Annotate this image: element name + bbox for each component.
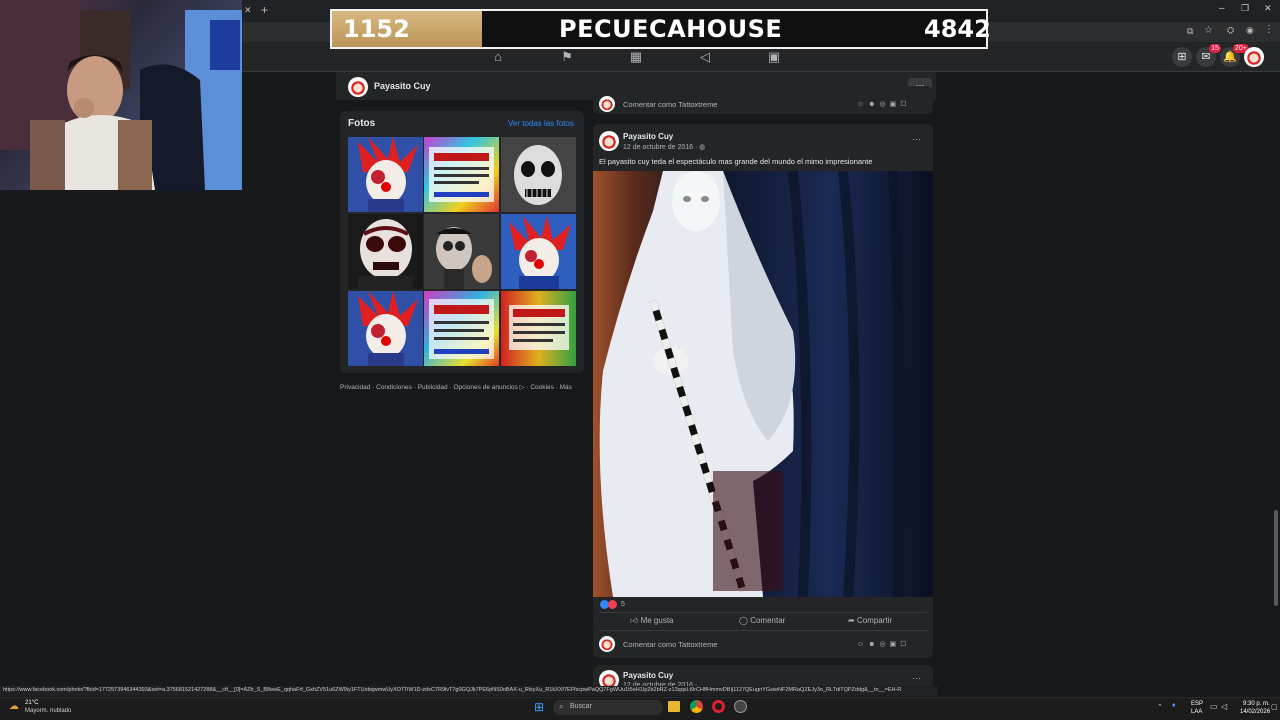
status-url: https://www.facebook.com/photo/?fbid=177… (3, 687, 902, 693)
webcam-scene (0, 0, 242, 190)
link-status-bar: https://www.facebook.com/photo/?fbid=177… (0, 686, 938, 696)
photo-thumb-9[interactable] (501, 291, 576, 366)
lang-1[interactable]: ESP (1191, 701, 1203, 707)
share-button[interactable]: ➦ Compartir (848, 616, 892, 625)
next-post-author[interactable]: Payasito Cuy (623, 671, 673, 680)
account-avatar[interactable] (1244, 47, 1264, 67)
search-icon: ⌕ (559, 702, 564, 711)
mic-icon[interactable]: ♦ (1172, 702, 1176, 709)
weather-icon[interactable]: ☁ (9, 701, 19, 712)
comment-label: Comentar (750, 616, 786, 625)
post-date-text: 12 de octubre de 2016 · (623, 144, 700, 151)
gaming-icon[interactable]: ▣ (766, 49, 782, 65)
app-icon[interactable] (734, 700, 747, 713)
minimize-icon[interactable]: – (1219, 3, 1225, 14)
scrollbar-thumb[interactable] (1274, 510, 1278, 606)
divider (599, 612, 927, 613)
clock-date[interactable]: 14/02/2026 (1240, 709, 1270, 715)
notification-center-icon[interactable]: ▢ (1271, 703, 1278, 711)
like-button[interactable]: 👍︎ Me gusta (630, 616, 674, 626)
photo-thumb-2[interactable] (424, 137, 499, 212)
footer-links[interactable]: Privacidad · Condiciones · Publicidad · … (340, 383, 572, 391)
lang-2[interactable]: LAA (1191, 709, 1202, 715)
streamer-webcam (0, 0, 242, 190)
photo-thumb-1[interactable] (348, 137, 423, 212)
megaphone-icon[interactable]: ◁ (697, 49, 713, 65)
like-label: Me gusta (640, 616, 674, 625)
post-photo[interactable] (593, 171, 933, 597)
score-right: 4842 (924, 15, 991, 43)
comment-bubble-icon: ◯ (739, 616, 751, 625)
photos-title: Fotos (348, 118, 376, 129)
commenter-avatar (599, 636, 615, 652)
comment-tools-icons[interactable]: ☺☻◎▣☐ (857, 100, 911, 108)
weather-temp: 21°C (25, 700, 39, 706)
photo-thumb-4[interactable] (348, 214, 423, 289)
display-icon[interactable]: ▭ (1210, 702, 1218, 711)
taskbar-search[interactable]: ⌕ Buscar (553, 700, 663, 715)
weather-desc: Mayorm. nublado (25, 708, 72, 714)
photo-thumb-7[interactable] (348, 291, 423, 366)
reaction-count[interactable]: 5 (621, 601, 625, 608)
browser-menu-icon[interactable]: ⋮ (1264, 24, 1274, 35)
divider (599, 630, 927, 631)
file-explorer-icon[interactable] (668, 701, 680, 712)
menu-grid-icon[interactable]: ⊞ (1172, 47, 1192, 67)
share-arrow-icon: ➦ (848, 616, 857, 625)
window-close-icon[interactable]: ✕ (1264, 3, 1272, 14)
globe-icon: ◍ (699, 144, 706, 151)
overlay-title: PECUECAHOUSE (559, 15, 783, 43)
new-tab-icon[interactable]: + (261, 3, 268, 17)
close-tab-icon[interactable]: ✕ (244, 5, 252, 16)
extensions-icon[interactable]: ⛭ (1227, 25, 1234, 36)
see-all-photos-link[interactable]: Ver todas las fotos (508, 119, 574, 128)
page-avatar[interactable] (348, 77, 368, 97)
search-placeholder: Buscar (570, 703, 592, 710)
profile-icon[interactable]: ◉ (1246, 25, 1254, 36)
comment-input[interactable]: Comentar como Tattoxtreme (623, 640, 717, 649)
flag-icon[interactable]: ⚑ (559, 49, 575, 65)
maximize-icon[interactable]: ❐ (1241, 3, 1249, 14)
opera-icon[interactable] (712, 700, 725, 713)
comment-tools-icons[interactable]: ☺☻◎▣☐ (857, 640, 911, 648)
windows-start-icon[interactable]: ⊞ (534, 701, 544, 713)
commenter-avatar (599, 96, 615, 112)
marketplace-icon[interactable]: ▦ (628, 49, 644, 65)
chrome-icon[interactable] (690, 700, 703, 713)
comment-input[interactable]: Comentar como Tattoxtreme (623, 100, 717, 109)
tray-chevron-icon[interactable]: ⌃ (1157, 703, 1163, 711)
next-post-options-icon[interactable]: ··· (912, 673, 921, 683)
post-author-avatar[interactable] (599, 131, 619, 151)
score-left: 1152 (343, 15, 410, 43)
thumbs-up-icon: 👍︎ (630, 616, 641, 625)
install-icon[interactable]: ⧉ (1187, 26, 1193, 37)
photo-thumb-6[interactable] (501, 214, 576, 289)
volume-icon[interactable]: ◁ (1221, 702, 1227, 711)
post-photo-image (593, 171, 933, 597)
post-options-icon[interactable]: ··· (912, 134, 921, 144)
photo-thumb-5[interactable] (424, 214, 499, 289)
bookmark-star-icon[interactable]: ☆ (1204, 25, 1213, 36)
home-icon[interactable]: ⌂ (490, 49, 506, 65)
clock-time[interactable]: 9:30 p. m. (1243, 701, 1270, 707)
post-text: El payasito cuy teda el espectáculo mas … (599, 157, 873, 166)
photo-thumb-8[interactable] (424, 291, 499, 366)
messenger-badge: 15 (1209, 44, 1221, 53)
photo-thumb-3[interactable] (501, 137, 576, 212)
post-date[interactable]: 12 de octubre de 2016 · ◍ (623, 143, 705, 151)
comment-button[interactable]: ◯ Comentar (739, 616, 785, 625)
post-author[interactable]: Payasito Cuy (623, 132, 673, 141)
share-label: Compartir (856, 616, 893, 625)
love-reaction-icon (608, 600, 617, 609)
page-name[interactable]: Payasito Cuy (374, 81, 431, 91)
